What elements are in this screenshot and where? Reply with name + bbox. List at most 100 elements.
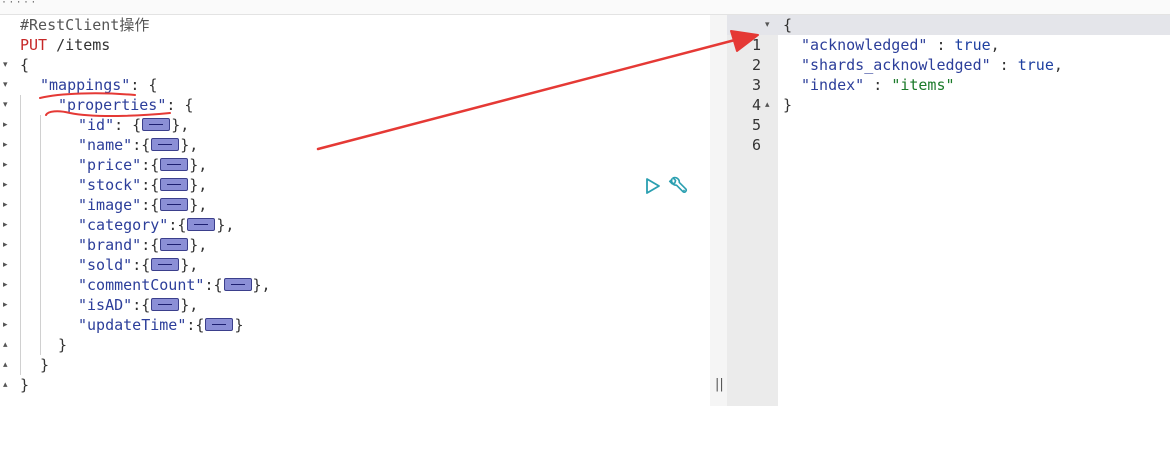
editor-line[interactable]: ▴ } [0,375,705,395]
expand-toggle-icon[interactable]: ▸ [3,155,13,175]
collapsed-block-icon[interactable] [160,238,189,251]
fold-toggle-icon[interactable]: ▴ [3,335,13,355]
property-key: "name" [78,136,133,154]
expand-toggle-icon[interactable]: ▸ [3,115,13,135]
editor-line[interactable]: ▸ "sold":{}, [0,255,705,275]
expand-toggle-icon[interactable]: ▸ [3,255,13,275]
response-line[interactable]: 5 ▴ } [727,95,1170,134]
line-number: 6 [751,136,761,154]
property-entry: "commentCount":{}, [78,275,271,295]
request-path: /items [56,36,111,54]
expand-toggle-icon[interactable]: ▸ [3,295,13,315]
pane-splitter[interactable] [710,15,727,406]
property-separator: :{ [141,176,160,194]
property-entry: "image":{}, [78,195,207,215]
response-line[interactable]: 4 "index" : "items" [727,75,1170,114]
editor-line[interactable]: ▸ "id": {}, [0,115,705,135]
request-line: PUT /items [20,35,110,55]
response-line[interactable]: 2 "acknowledged" : true, [727,35,1170,74]
expand-toggle-icon[interactable]: ▸ [3,135,13,155]
property-separator: :{ [141,196,160,214]
property-key: "commentCount" [78,276,205,294]
property-end: }, [189,176,208,194]
collapsed-block-icon[interactable] [151,138,180,151]
expand-toggle-icon[interactable]: ▸ [3,275,13,295]
expand-toggle-icon[interactable]: ▸ [3,235,13,255]
editor-line[interactable]: ▸ "category":{}, [0,215,705,235]
response-viewer[interactable]: 1 ▾ { 2 "acknowledged" : true, 3 "shards… [727,15,1170,406]
fold-toggle-icon[interactable]: ▾ [3,75,13,95]
editor-line[interactable]: ▴ } [0,355,705,375]
property-key: "sold" [78,256,133,274]
property-separator: :{ [141,236,160,254]
property-end: }, [180,136,199,154]
editor-line[interactable]: ▸ "updateTime":{} [0,315,705,335]
editor-line[interactable]: ▾ { [0,55,705,75]
property-end: }, [216,216,235,234]
editor-line[interactable]: PUT /items [0,35,705,55]
editor-line[interactable]: ▸ "image":{}, [0,195,705,215]
editor-line[interactable]: ▸ "isAD":{}, [0,295,705,315]
editor-line[interactable]: #RestClient操作 [0,15,705,35]
shards-acknowledged-key: "shards_acknowledged" [801,56,991,74]
fold-toggle-icon[interactable]: ▾ [3,95,13,115]
fold-toggle-icon[interactable]: ▾ [3,55,13,75]
collapsed-block-icon[interactable] [142,118,171,131]
collapsed-block-icon[interactable] [223,278,252,291]
expand-toggle-icon[interactable]: ▸ [3,315,13,335]
property-separator: : { [114,116,142,134]
fold-toggle-icon[interactable]: ▴ [3,375,13,395]
request-editor[interactable]: #RestClient操作 PUT /items ▾ { ▾ "mappings… [0,15,710,406]
property-key: "isAD" [78,296,133,314]
expand-toggle-icon[interactable]: ▸ [3,175,13,195]
fold-toggle-icon[interactable]: ▾ [765,15,770,35]
property-end: } [234,316,244,334]
properties-key: "properties" [58,96,167,114]
collapsed-block-icon[interactable] [151,258,180,271]
collapsed-block-icon[interactable] [160,198,189,211]
response-line[interactable]: 3 "shards_acknowledged" : true, [727,55,1170,94]
editor-line[interactable]: ▴ } [0,335,705,355]
editor-line[interactable]: ▸ "stock":{}, [0,175,705,195]
splitter-grip-icon[interactable]: || [715,377,724,392]
mappings-key: "mappings" [40,76,131,94]
collapsed-block-icon[interactable] [151,298,180,311]
properties-close-brace: } [58,336,68,354]
property-key: "stock" [78,176,142,194]
property-entry: "price":{}, [78,155,207,175]
collapsed-block-icon[interactable] [160,178,189,191]
play-triangle-icon[interactable] [645,177,661,195]
property-separator: :{ [168,216,187,234]
fold-toggle-icon[interactable]: ▴ [765,95,770,115]
mappings-close-brace: } [40,356,50,374]
editor-line[interactable]: ▾ "properties": { [0,95,705,115]
property-entry: "name":{}, [78,135,198,155]
request-comment: #RestClient操作 [20,16,150,34]
property-entry: "brand":{}, [78,235,207,255]
acknowledged-value: true [954,36,991,54]
property-separator: :{ [132,256,151,274]
editor-line[interactable]: ▸ "commentCount":{}, [0,275,705,295]
property-key: "brand" [78,236,142,254]
collapsed-block-icon[interactable] [205,318,234,331]
fold-toggle-icon[interactable]: ▴ [3,355,13,375]
property-end: }, [180,296,199,314]
expand-toggle-icon[interactable]: ▸ [3,195,13,215]
property-entry: "stock":{}, [78,175,207,195]
property-key: "id" [78,116,115,134]
collapsed-block-icon[interactable] [160,158,189,171]
property-separator: :{ [204,276,223,294]
response-line[interactable]: 1 ▾ { [727,15,1170,54]
response-line[interactable]: 6 [727,115,1170,154]
root-open-brace: { [20,56,30,74]
expand-toggle-icon[interactable]: ▸ [3,215,13,235]
acknowledged-key: "acknowledged" [801,36,928,54]
editor-line[interactable]: ▸ "brand":{}, [0,235,705,255]
wrench-icon[interactable] [667,176,689,198]
response-open-brace: { [783,16,793,34]
collapsed-block-icon[interactable] [187,218,216,231]
property-separator: :{ [141,156,160,174]
editor-line[interactable]: ▸ "name":{}, [0,135,705,155]
editor-line[interactable]: ▸ "price":{}, [0,155,705,175]
editor-line[interactable]: ▾ "mappings": { [0,75,705,95]
